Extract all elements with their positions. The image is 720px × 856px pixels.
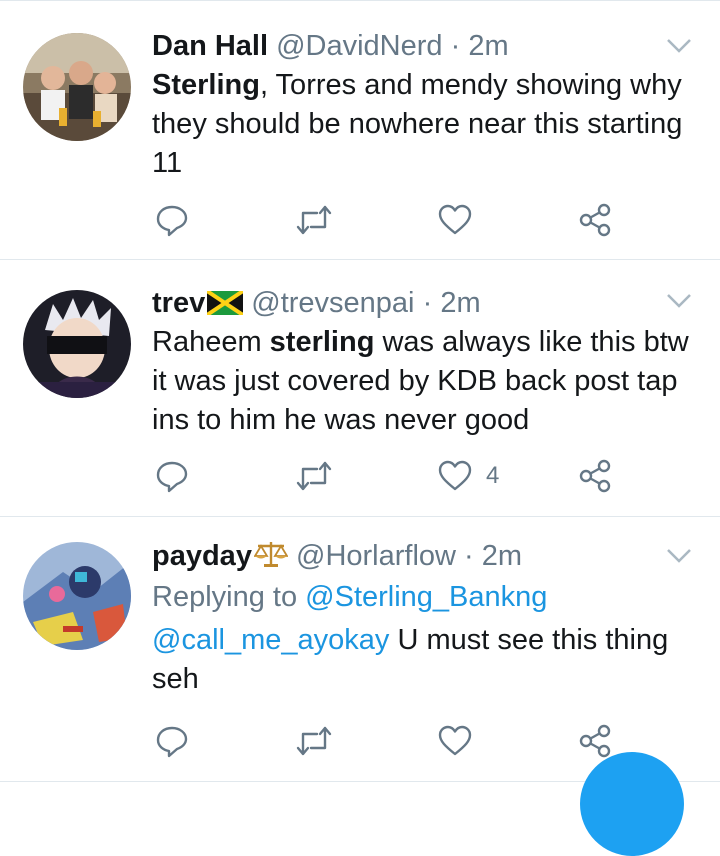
like-icon bbox=[438, 460, 472, 491]
retweet-icon bbox=[296, 726, 332, 756]
display-name[interactable]: Dan Hall bbox=[152, 30, 268, 62]
share-icon bbox=[579, 724, 611, 758]
tweet-text: Sterling, Torres and mendy showing why t… bbox=[152, 66, 690, 183]
user-handle[interactable]: @trevsenpai bbox=[251, 287, 414, 319]
user-avatar[interactable] bbox=[23, 290, 131, 398]
tweet-1[interactable]: Dan Hall @DavidNerd · 2m Sterling, Torre… bbox=[0, 0, 720, 260]
chevron-down-icon[interactable] bbox=[666, 293, 692, 309]
retweet-icon bbox=[296, 461, 332, 491]
reply-icon bbox=[156, 726, 188, 758]
retweet-icon bbox=[296, 205, 332, 235]
reply-icon bbox=[156, 205, 188, 237]
retweet-button[interactable] bbox=[295, 200, 333, 240]
chevron-down-icon[interactable] bbox=[666, 38, 692, 54]
like-count: 4 bbox=[486, 462, 500, 489]
mention-link[interactable]: @call_me_ayokay bbox=[152, 624, 389, 656]
tweet-header: Dan Hall @DavidNerd · 2m bbox=[152, 29, 690, 63]
chevron-down-icon[interactable] bbox=[666, 548, 692, 564]
reply-button[interactable] bbox=[155, 200, 189, 240]
replying-to-line: Replying to @Sterling_Bankng bbox=[152, 577, 690, 617]
like-icon bbox=[438, 725, 472, 756]
tweet-text-start: Raheem bbox=[152, 326, 270, 358]
tweet-actions: 4 bbox=[155, 456, 625, 496]
user-avatar[interactable] bbox=[23, 33, 131, 141]
compose-tweet-button[interactable] bbox=[580, 752, 684, 856]
reply-icon bbox=[156, 461, 188, 493]
user-avatar[interactable] bbox=[23, 542, 131, 650]
reply-button[interactable] bbox=[155, 721, 189, 761]
timestamp[interactable]: 2m bbox=[468, 30, 508, 62]
tweet-header: trev @trevsenpai · 2m bbox=[152, 286, 690, 320]
separator: · bbox=[422, 287, 433, 319]
retweet-button[interactable] bbox=[295, 456, 333, 496]
display-name[interactable]: trev bbox=[152, 287, 205, 319]
tweet-actions bbox=[155, 721, 625, 761]
tweet-3[interactable]: payday @Horlarflow · 2m Replying to @Ste… bbox=[0, 517, 720, 782]
tweet-2[interactable]: trev @trevsenpai · 2m Raheem sterling wa… bbox=[0, 259, 720, 517]
bold-keyword: sterling bbox=[269, 326, 375, 358]
reply-button[interactable] bbox=[155, 456, 189, 496]
like-button[interactable]: 4 bbox=[438, 456, 499, 496]
separator: · bbox=[450, 30, 461, 62]
user-handle[interactable]: @DavidNerd bbox=[276, 30, 442, 62]
share-icon bbox=[579, 459, 611, 493]
jamaica-flag-icon bbox=[207, 291, 244, 315]
user-handle[interactable]: @Horlarflow bbox=[296, 540, 456, 572]
bold-keyword: Sterling bbox=[152, 69, 260, 101]
display-name[interactable]: payday bbox=[152, 540, 252, 572]
tweet-actions bbox=[155, 200, 625, 240]
share-icon bbox=[579, 203, 611, 237]
like-button[interactable] bbox=[438, 200, 486, 240]
like-icon bbox=[438, 204, 472, 235]
retweet-button[interactable] bbox=[295, 721, 333, 761]
timestamp[interactable]: 2m bbox=[482, 540, 522, 572]
share-button[interactable] bbox=[578, 200, 612, 240]
tweet-text: Raheem sterling was always like this btw… bbox=[152, 323, 690, 440]
share-button[interactable] bbox=[578, 456, 612, 496]
separator: · bbox=[464, 540, 474, 572]
tweet-header: payday @Horlarflow · 2m bbox=[152, 539, 690, 573]
share-button[interactable] bbox=[578, 721, 612, 761]
like-button[interactable] bbox=[438, 721, 486, 761]
replying-to-link[interactable]: @Sterling_Bankng bbox=[305, 581, 547, 613]
replying-label: Replying to bbox=[152, 581, 298, 613]
tweet-text: @call_me_ayokay U must see this thing se… bbox=[152, 621, 690, 699]
balance-scale-icon bbox=[253, 542, 288, 567]
timestamp[interactable]: 2m bbox=[440, 287, 480, 319]
